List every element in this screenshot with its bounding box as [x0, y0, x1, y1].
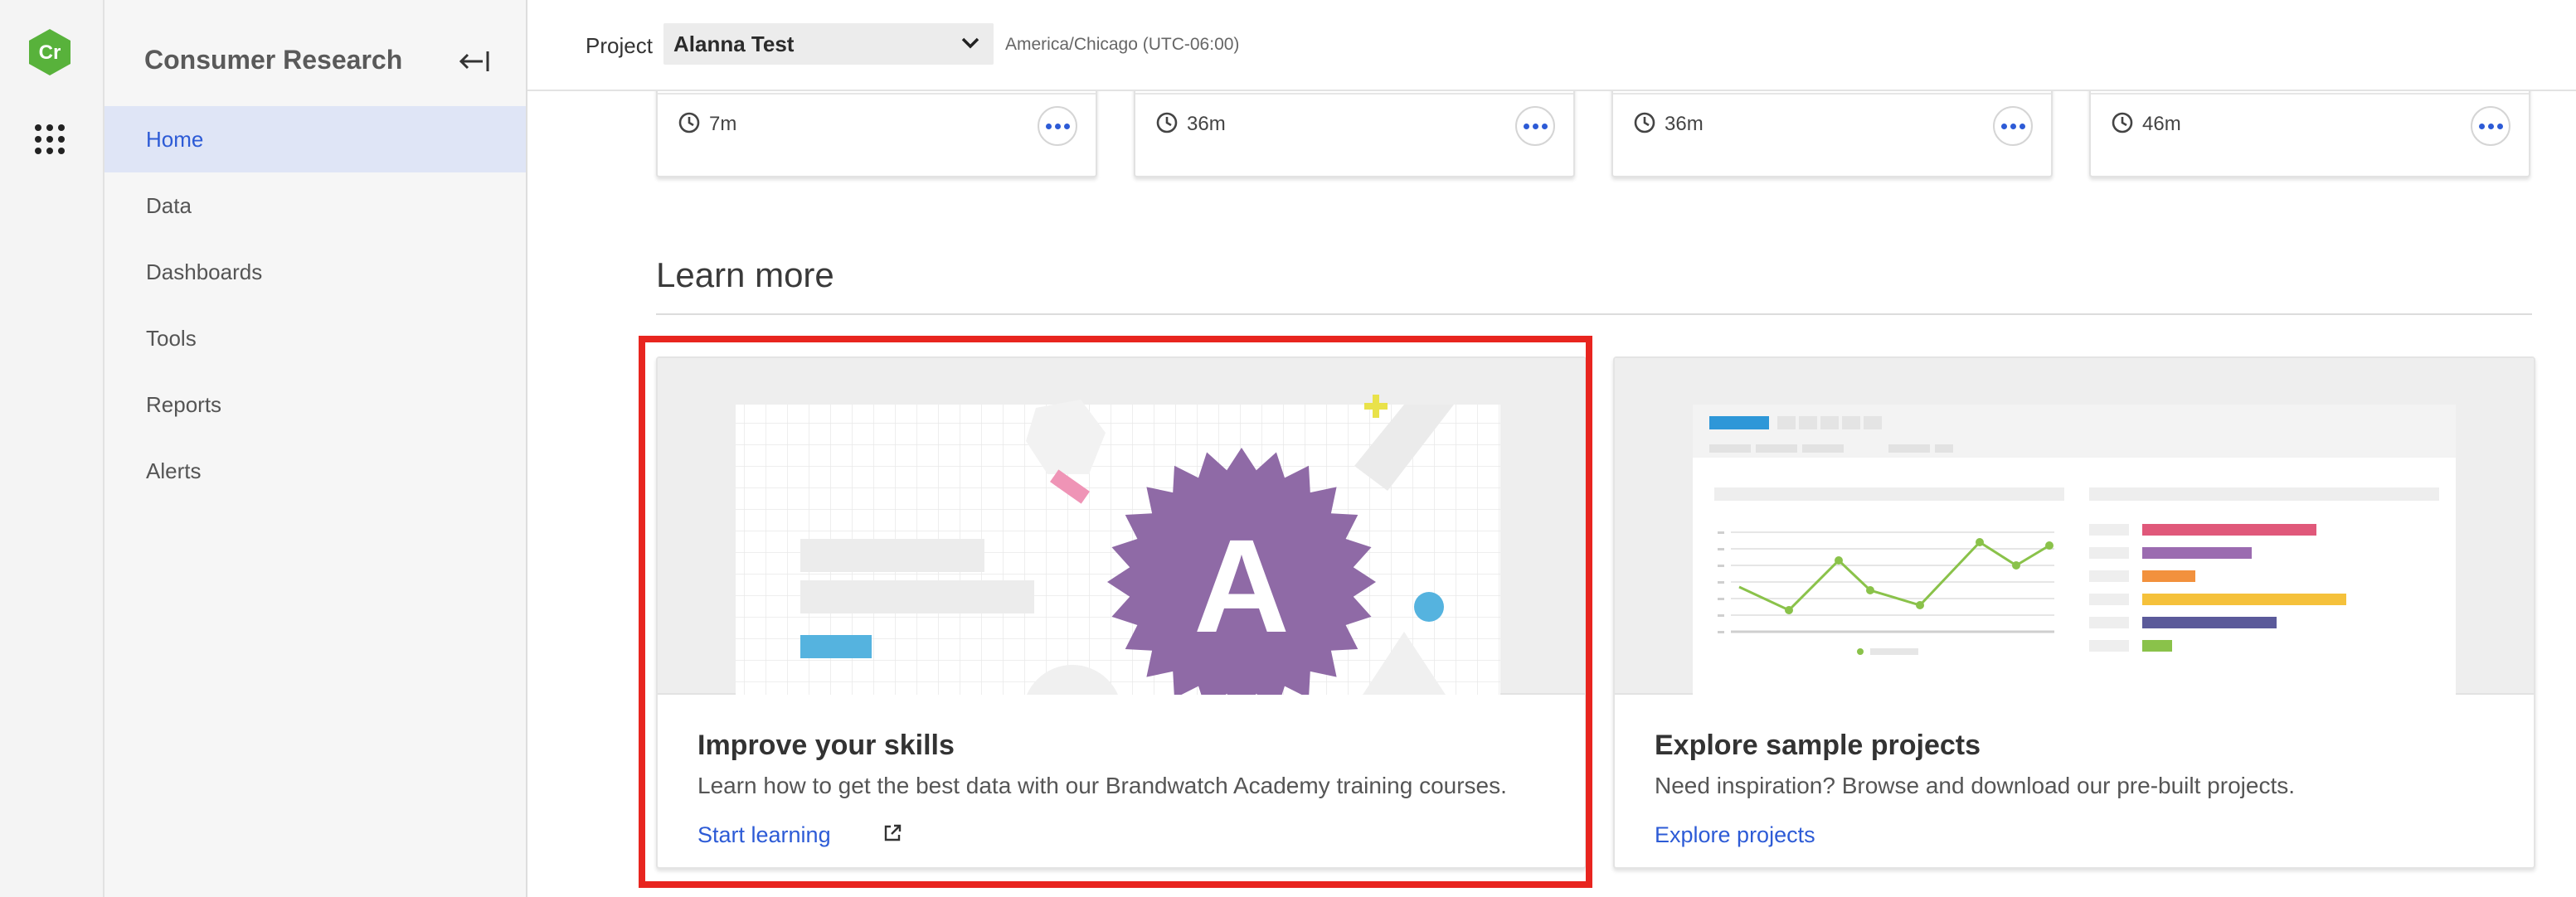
sidebar-item-dashboards[interactable]: Dashboards — [104, 239, 526, 305]
apps-grid-icon[interactable] — [35, 124, 65, 154]
recent-card[interactable]: 36m — [1611, 91, 2053, 177]
card-title: Explore sample projects — [1655, 730, 1981, 761]
link-label: Start learning — [697, 822, 831, 847]
sidebar-item-data[interactable]: Data — [104, 172, 526, 239]
sidebar-item-tools[interactable]: Tools — [104, 305, 526, 371]
recent-card[interactable]: 46m — [2089, 91, 2530, 177]
sidebar-item-reports[interactable]: Reports — [104, 371, 526, 438]
start-learning-link[interactable]: Start learning — [697, 822, 902, 848]
clock-icon — [1156, 112, 1178, 133]
improve-skills-card[interactable]: A Improve your skills Learn how to get t… — [656, 356, 1587, 869]
recent-card[interactable]: 36m — [1134, 91, 1575, 177]
card-duration: 7m — [709, 113, 737, 135]
more-options-button[interactable] — [1038, 106, 1077, 146]
logo-text: Cr — [39, 41, 61, 64]
collapse-sidebar-icon[interactable] — [456, 48, 493, 75]
app-logo[interactable]: Cr — [28, 28, 71, 76]
academy-illustration: A — [658, 358, 1585, 695]
card-description: Need inspiration? Browse and download ou… — [1655, 773, 2295, 798]
clock-icon — [1634, 112, 1655, 133]
card-description: Learn how to get the best data with our … — [697, 773, 1507, 798]
project-select-value: Alanna Test — [673, 32, 795, 56]
sidebar: Consumer Research Home Data Dashboards T… — [104, 0, 527, 897]
explore-projects-link[interactable]: Explore projects — [1655, 822, 1815, 848]
project-select[interactable]: Alanna Test — [663, 23, 994, 65]
badge-letter: A — [1193, 512, 1290, 660]
sample-project-illustration — [1615, 358, 2534, 695]
explore-projects-card[interactable]: Explore sample projects Need inspiration… — [1613, 356, 2535, 869]
clock-icon — [2112, 112, 2133, 133]
more-options-button[interactable] — [1515, 106, 1555, 146]
section-divider — [656, 313, 2532, 315]
external-link-icon — [884, 824, 902, 841]
card-title: Improve your skills — [697, 730, 955, 761]
card-duration: 46m — [2142, 113, 2181, 135]
learn-more-title: Learn more — [656, 255, 834, 294]
clock-icon — [678, 112, 700, 133]
sidebar-item-home[interactable]: Home — [104, 106, 526, 172]
more-options-button[interactable] — [2471, 106, 2510, 146]
main-content: 7m 36m 36m 46m Learn more A Improve your… — [527, 91, 2576, 897]
card-duration: 36m — [1665, 113, 1704, 135]
sidebar-item-alerts[interactable]: Alerts — [104, 438, 526, 504]
app-rail: Cr — [0, 0, 104, 897]
chevron-down-icon — [961, 37, 979, 49]
project-label: Project — [586, 33, 653, 58]
top-bar: Project Alanna Test America/Chicago (UTC… — [527, 0, 2576, 91]
timezone-label: America/Chicago (UTC-06:00) — [1005, 35, 1240, 54]
card-duration: 36m — [1187, 113, 1226, 135]
sidebar-title: Consumer Research — [144, 45, 403, 75]
sidebar-nav: Home Data Dashboards Tools Reports Alert… — [104, 106, 526, 504]
recent-card[interactable]: 7m — [656, 91, 1097, 177]
more-options-button[interactable] — [1993, 106, 2033, 146]
